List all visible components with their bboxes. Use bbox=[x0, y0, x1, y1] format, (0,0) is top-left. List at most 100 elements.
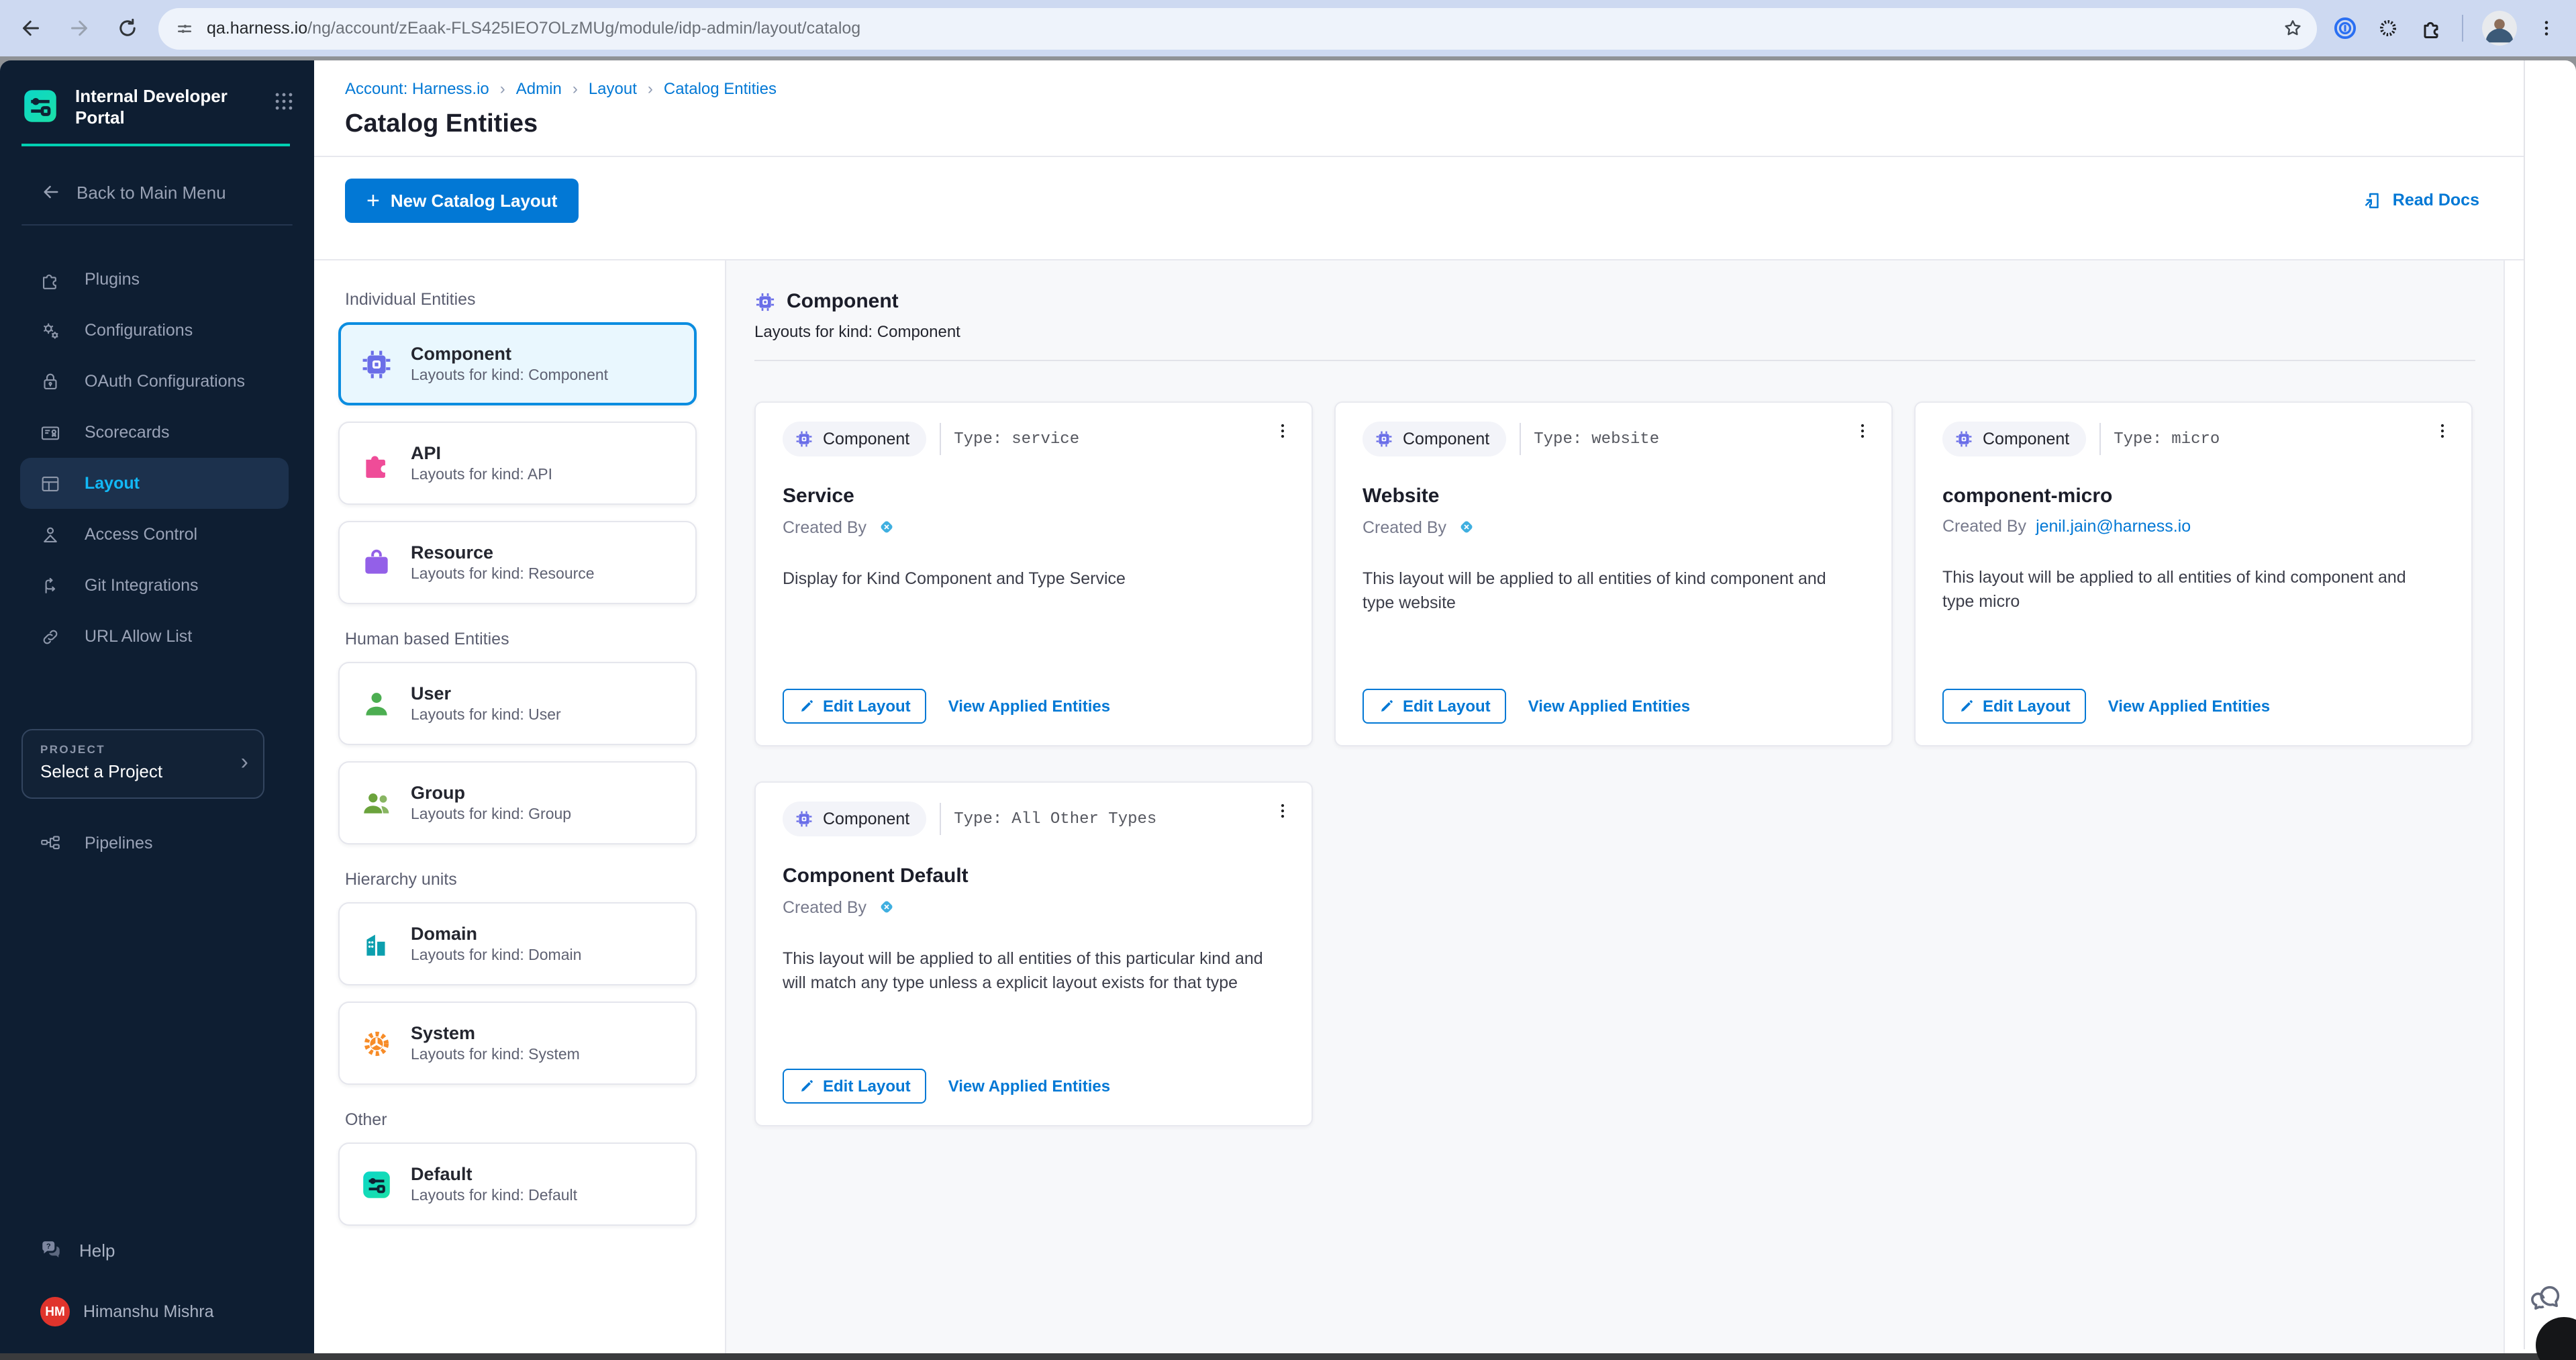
user-person-icon bbox=[360, 687, 393, 720]
created-by-label: Created By bbox=[783, 518, 866, 536]
entity-kind-card-domain[interactable]: Domain Layouts for kind: Domain bbox=[338, 902, 697, 985]
sidebar-item-configurations[interactable]: Configurations bbox=[20, 305, 289, 356]
badge-separator bbox=[939, 423, 940, 455]
created-by-row: Created By jenil.jain@harness.io bbox=[1942, 517, 2444, 536]
toolbar-divider bbox=[2462, 15, 2463, 42]
resource-briefcase-icon bbox=[360, 546, 393, 579]
project-selector[interactable]: PROJECT Select a Project › bbox=[21, 729, 264, 799]
harness-logo-icon bbox=[876, 517, 896, 537]
breadcrumb-link-admin: Admin › bbox=[516, 79, 589, 98]
chat-bubbles-icon[interactable] bbox=[2529, 1279, 2565, 1316]
onepassword-extension-icon[interactable] bbox=[2333, 16, 2357, 40]
site-settings-icon[interactable] bbox=[175, 18, 195, 38]
browser-back-icon[interactable] bbox=[19, 16, 43, 40]
entity-kind-card-group[interactable]: Group Layouts for kind: Group bbox=[338, 761, 697, 844]
type-text: Type:micro bbox=[2114, 430, 2220, 448]
edit-layout-button[interactable]: Edit Layout bbox=[1363, 689, 1507, 724]
panel-section-label: Other bbox=[345, 1110, 703, 1129]
sidebar-item-label: URL Allow List bbox=[85, 627, 192, 646]
url-text[interactable]: qa.harness.io/ng/account/zEaak-FLS425IEO… bbox=[207, 19, 2270, 38]
extensions-puzzle-icon[interactable] bbox=[2419, 16, 2443, 40]
card-menu-icon[interactable] bbox=[1852, 419, 1873, 443]
created-by-row: Created By bbox=[1363, 517, 1865, 537]
creator-link[interactable]: jenil.jain@harness.io bbox=[2036, 517, 2191, 536]
harness-logo-icon bbox=[876, 897, 896, 917]
harness-logo-icon bbox=[1456, 517, 1476, 537]
api-puzzle-icon bbox=[360, 446, 393, 480]
card-menu-icon[interactable] bbox=[1273, 799, 1293, 823]
entity-kind-card-component[interactable]: Component Layouts for kind: Component bbox=[338, 322, 697, 405]
entity-kind-name: Default bbox=[411, 1164, 577, 1184]
module-grid-icon[interactable] bbox=[273, 90, 295, 113]
user-menu[interactable]: HM Himanshu Mishra bbox=[40, 1297, 314, 1326]
badge-separator bbox=[1519, 423, 1520, 455]
browser-toolbar: qa.harness.io/ng/account/zEaak-FLS425IEO… bbox=[0, 0, 2576, 56]
sidebar-item-scorecards[interactable]: Scorecards bbox=[20, 407, 289, 458]
browser-forward-icon[interactable] bbox=[67, 16, 91, 40]
breadcrumb-link-catalog-entities: Catalog Entities › bbox=[664, 79, 777, 98]
browser-refresh-icon[interactable] bbox=[115, 16, 140, 40]
entity-kind-card-system[interactable]: System Layouts for kind: System bbox=[338, 1002, 697, 1085]
browser-menu-icon[interactable] bbox=[2536, 16, 2557, 40]
view-applied-entities-link[interactable]: View Applied Entities bbox=[948, 697, 1110, 716]
kind-badge: Component bbox=[783, 802, 926, 836]
view-applied-entities-link[interactable]: View Applied Entities bbox=[2108, 697, 2270, 716]
entity-kind-subtitle: Layouts for kind: Group bbox=[411, 807, 571, 823]
layout-grid-icon bbox=[39, 472, 62, 495]
scrollbar-gutter[interactable] bbox=[2524, 60, 2525, 1349]
card-menu-icon[interactable] bbox=[2432, 419, 2453, 443]
group-people-icon bbox=[360, 786, 393, 820]
sidebar-item-label: Configurations bbox=[85, 321, 193, 340]
sidebar-item-url-allow-list[interactable]: URL Allow List bbox=[20, 611, 289, 662]
sidebar-item-layout[interactable]: Layout bbox=[20, 458, 289, 509]
entity-kind-name: Resource bbox=[411, 542, 595, 563]
toolbar: + New Catalog Layout Read Docs bbox=[314, 157, 2576, 243]
component-chip-icon bbox=[754, 291, 776, 312]
layout-card-component-default: Component Type:All Other Types Component… bbox=[754, 781, 1313, 1126]
view-applied-entities-link[interactable]: View Applied Entities bbox=[1528, 697, 1690, 716]
layout-card-website: Component Type:website Website bbox=[1334, 401, 1893, 746]
edit-layout-button[interactable]: Edit Layout bbox=[783, 1069, 927, 1104]
new-catalog-layout-button[interactable]: + New Catalog Layout bbox=[345, 178, 579, 222]
card-menu-icon[interactable] bbox=[1273, 419, 1293, 443]
badge-separator bbox=[2099, 423, 2100, 455]
sidebar-item-label: Layout bbox=[85, 474, 140, 493]
read-docs-link[interactable]: Read Docs bbox=[2363, 190, 2479, 210]
entity-kind-name: Component bbox=[411, 344, 608, 364]
layouts-area: Component Layouts for kind: Component Co… bbox=[726, 260, 2505, 1353]
entity-kind-card-resource[interactable]: Resource Layouts for kind: Resource bbox=[338, 521, 697, 604]
layout-card-service: Component Type:service Service bbox=[754, 401, 1313, 746]
breadcrumb-chevron-icon: › bbox=[648, 79, 653, 98]
entity-kind-subtitle: Layouts for kind: Domain bbox=[411, 948, 581, 964]
help-button[interactable]: ? Help bbox=[39, 1238, 314, 1262]
layout-card-description: This layout will be applied to all entit… bbox=[783, 946, 1285, 995]
panel-section-label: Human based Entities bbox=[345, 630, 703, 648]
entity-kind-card-api[interactable]: API Layouts for kind: API bbox=[338, 422, 697, 505]
kind-badge: Component bbox=[1942, 422, 2085, 456]
panel-section-label: Individual Entities bbox=[345, 290, 703, 309]
edit-layout-button[interactable]: Edit Layout bbox=[1942, 689, 2087, 724]
sidebar-item-access-control[interactable]: Access Control bbox=[20, 509, 289, 560]
sidebar-item-plugins[interactable]: Plugins bbox=[20, 254, 289, 305]
type-text: Type:service bbox=[954, 430, 1079, 448]
edit-layout-button[interactable]: Edit Layout bbox=[783, 689, 927, 724]
layout-card-title: Component Default bbox=[783, 865, 1285, 887]
browser-profile-avatar[interactable] bbox=[2482, 11, 2517, 46]
entity-kind-card-user[interactable]: User Layouts for kind: User bbox=[338, 662, 697, 745]
sidebar-item-oauth-configurations[interactable]: OAuth Configurations bbox=[20, 356, 289, 407]
lock-icon bbox=[39, 370, 62, 393]
back-to-main-menu[interactable]: Back to Main Menu bbox=[40, 181, 314, 203]
view-applied-entities-link[interactable]: View Applied Entities bbox=[948, 1077, 1110, 1096]
sidebar: Internal Developer Portal Back to Main M… bbox=[0, 60, 314, 1353]
back-label: Back to Main Menu bbox=[77, 182, 226, 202]
domain-building-icon bbox=[360, 927, 393, 961]
component-chip-icon bbox=[1954, 430, 1973, 448]
extension-sunburst-icon[interactable] bbox=[2376, 16, 2400, 40]
address-bar[interactable]: qa.harness.io/ng/account/zEaak-FLS425IEO… bbox=[158, 7, 2317, 49]
sidebar-item-pipelines[interactable]: Pipelines bbox=[20, 818, 289, 869]
entity-kind-subtitle: Layouts for kind: User bbox=[411, 708, 561, 724]
sidebar-item-git-integrations[interactable]: Git Integrations bbox=[20, 560, 289, 611]
bookmark-star-icon[interactable] bbox=[2282, 17, 2303, 39]
kind-badge: Component bbox=[1363, 422, 1505, 456]
entity-kind-card-default[interactable]: Default Layouts for kind: Default bbox=[338, 1143, 697, 1226]
